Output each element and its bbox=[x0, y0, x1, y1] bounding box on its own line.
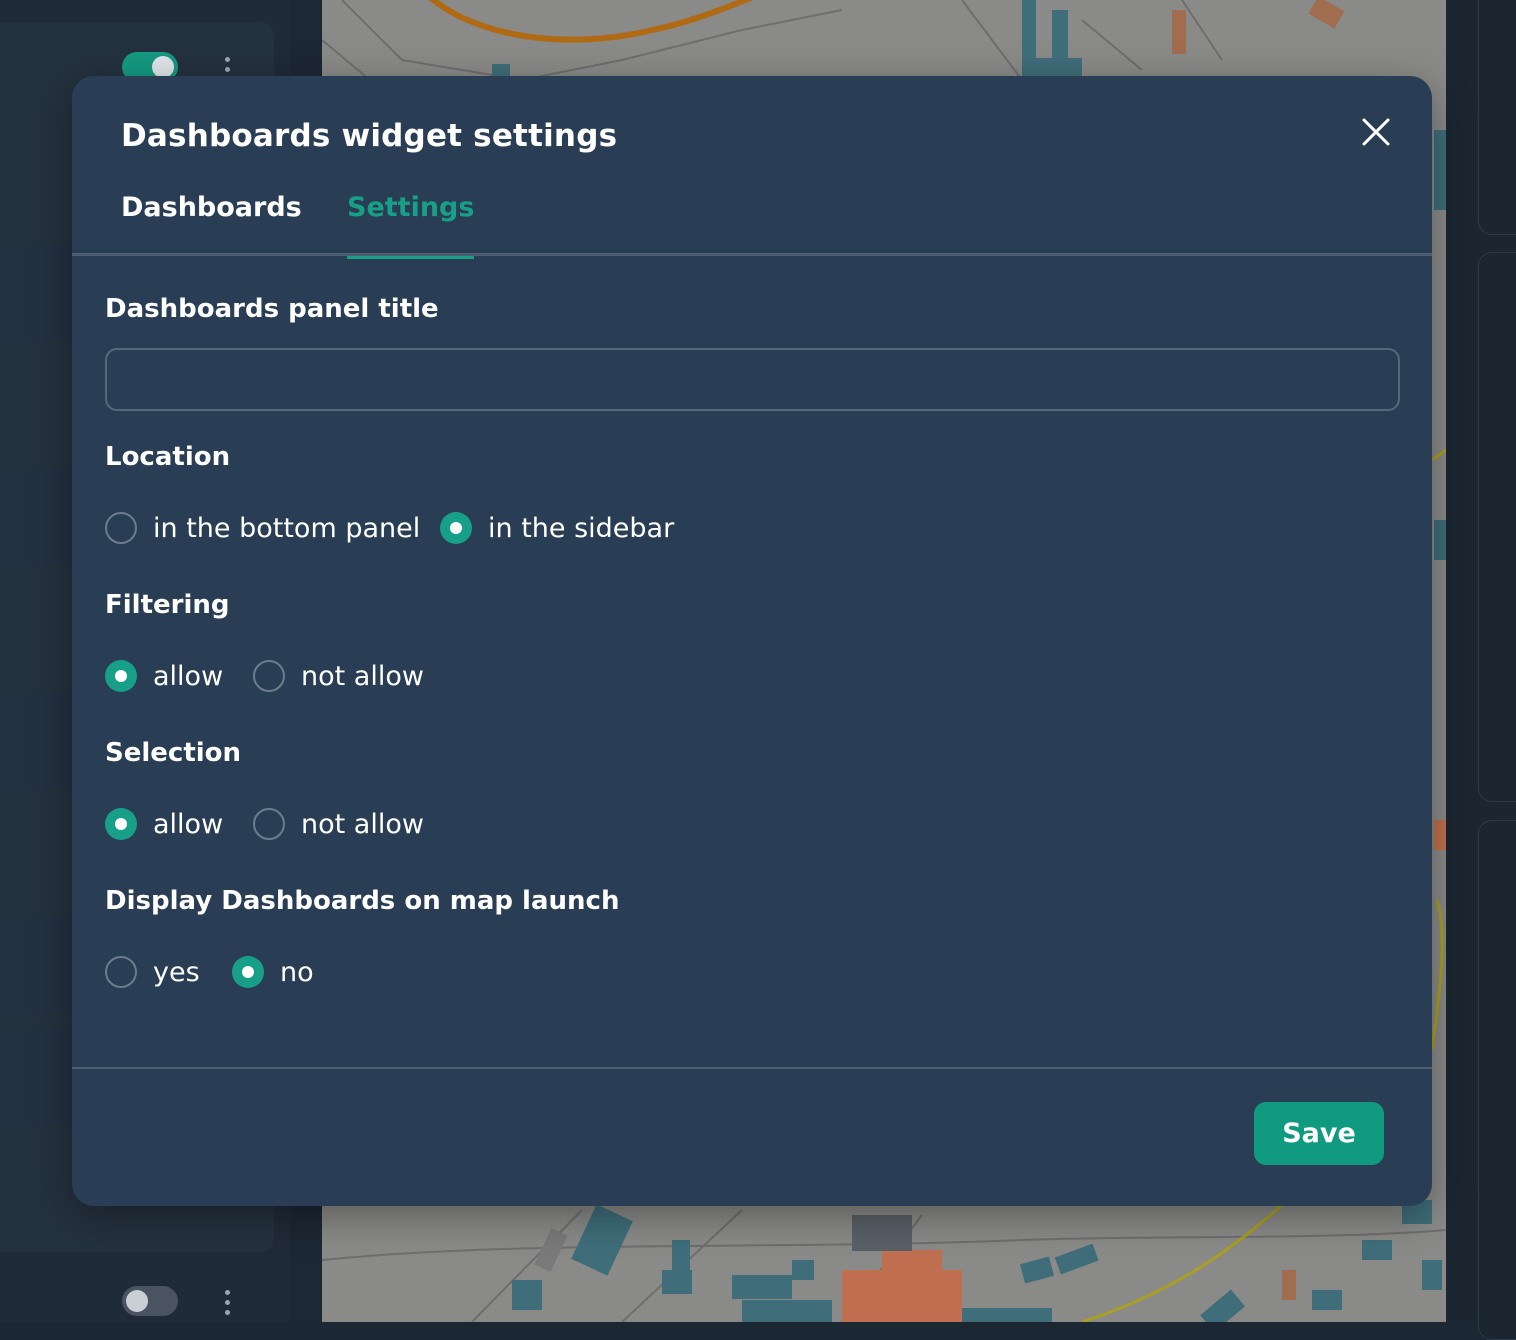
display-on-launch-radio-group: yes no bbox=[105, 954, 425, 990]
filtering-label: Filtering bbox=[105, 590, 230, 620]
footer-divider bbox=[72, 1067, 1432, 1069]
background-right-card bbox=[1478, 0, 1516, 235]
close-icon bbox=[1362, 118, 1390, 146]
radio-option-label: no bbox=[280, 956, 314, 988]
display-on-launch-option-no[interactable]: no bbox=[232, 954, 314, 990]
tab-bar: Dashboards Settings bbox=[72, 188, 1432, 259]
selection-radio-group: allow not allow bbox=[105, 806, 525, 842]
filtering-radio-group: allow not allow bbox=[105, 658, 525, 694]
radio-checked-icon[interactable] bbox=[440, 512, 472, 544]
location-option-sidebar[interactable]: in the sidebar bbox=[440, 510, 674, 546]
background-kebab-menu-icon[interactable] bbox=[225, 1290, 231, 1316]
radio-option-label: allow bbox=[153, 660, 224, 692]
radio-unchecked-icon[interactable] bbox=[253, 660, 285, 692]
radio-option-label: allow bbox=[153, 808, 224, 840]
location-label: Location bbox=[105, 442, 231, 472]
tab-dashboards[interactable]: Dashboards bbox=[121, 192, 302, 256]
selection-label: Selection bbox=[105, 738, 242, 768]
background-right-card bbox=[1478, 252, 1516, 802]
close-button[interactable] bbox=[1360, 116, 1392, 148]
display-on-launch-label: Display Dashboards on map launch bbox=[105, 886, 620, 916]
selection-option-allow[interactable]: allow bbox=[105, 806, 223, 842]
widget-settings-dialog: Dashboards widget settings Dashboards Se… bbox=[72, 76, 1432, 1206]
radio-checked-icon[interactable] bbox=[232, 956, 264, 988]
radio-unchecked-icon[interactable] bbox=[105, 956, 137, 988]
location-radio-group: in the bottom panel in the sidebar bbox=[105, 510, 805, 546]
tab-settings[interactable]: Settings bbox=[347, 192, 475, 259]
background-right-card bbox=[1478, 820, 1516, 1340]
radio-unchecked-icon[interactable] bbox=[253, 808, 285, 840]
radio-option-label: not allow bbox=[301, 808, 424, 840]
location-option-bottom-panel[interactable]: in the bottom panel bbox=[105, 510, 420, 546]
panel-title-label: Dashboards panel title bbox=[105, 294, 439, 324]
radio-checked-icon[interactable] bbox=[105, 808, 137, 840]
save-button[interactable]: Save bbox=[1254, 1102, 1384, 1165]
selection-option-not-allow[interactable]: not allow bbox=[253, 806, 424, 842]
radio-checked-icon[interactable] bbox=[105, 660, 137, 692]
display-on-launch-option-yes[interactable]: yes bbox=[105, 954, 200, 990]
dialog-title: Dashboards widget settings bbox=[121, 118, 618, 154]
background-layer-toggle-off[interactable] bbox=[122, 1286, 178, 1316]
radio-option-label: yes bbox=[153, 956, 200, 988]
filtering-option-allow[interactable]: allow bbox=[105, 658, 223, 694]
radio-unchecked-icon[interactable] bbox=[105, 512, 137, 544]
filtering-option-not-allow[interactable]: not allow bbox=[253, 658, 424, 694]
radio-option-label: in the sidebar bbox=[488, 512, 675, 544]
radio-option-label: in the bottom panel bbox=[153, 512, 421, 544]
radio-option-label: not allow bbox=[301, 660, 424, 692]
panel-title-input[interactable] bbox=[105, 348, 1400, 411]
